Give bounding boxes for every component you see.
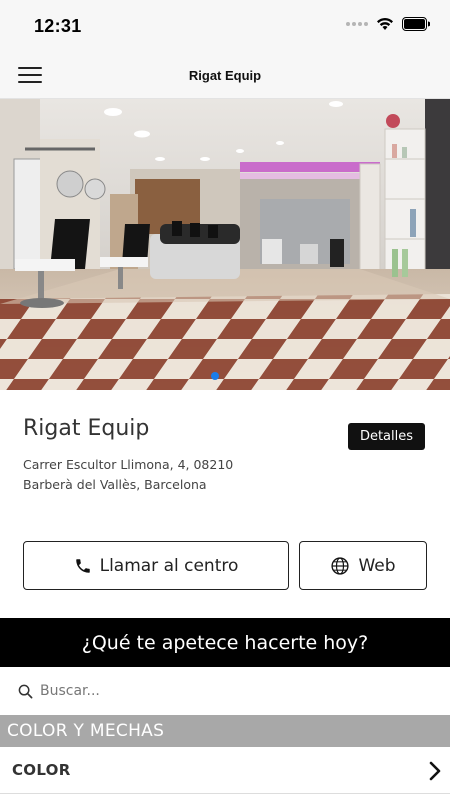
carousel-indicator-dot[interactable] xyxy=(211,372,219,380)
salon-address: Carrer Escultor Llimona, 4, 08210 Barber… xyxy=(23,455,233,495)
wifi-icon xyxy=(377,17,393,30)
search-bar xyxy=(0,667,450,715)
salon-name: Rigat Equip xyxy=(23,416,150,441)
nav-bar: Rigat Equip xyxy=(0,52,450,99)
battery-icon xyxy=(402,17,430,31)
hero-carousel-image[interactable] xyxy=(0,99,450,390)
globe-icon xyxy=(331,556,350,575)
section-header: COLOR Y MECHAS xyxy=(0,715,450,747)
status-time: 12:31 xyxy=(34,16,82,36)
search-icon xyxy=(18,684,33,699)
category-label: COLOR xyxy=(12,761,71,779)
call-center-button[interactable]: Llamar al centro xyxy=(23,541,289,590)
nav-title: Rigat Equip xyxy=(188,68,262,83)
chevron-right-icon xyxy=(429,761,441,781)
services-prompt-banner: ¿Qué te apetece hacerte hoy? xyxy=(0,618,450,667)
signal-icon xyxy=(346,22,368,26)
address-line-1: Carrer Escultor Llimona, 4, 08210 xyxy=(23,457,234,472)
status-icons xyxy=(346,17,430,31)
category-item-color[interactable]: COLOR xyxy=(0,747,450,794)
address-line-2: Barberà del Vallès, Barcelona xyxy=(23,477,207,492)
details-button[interactable]: Detalles xyxy=(348,423,425,450)
status-bar: 12:31 xyxy=(0,0,450,52)
web-button-label: Web xyxy=(358,555,396,576)
phone-icon xyxy=(75,558,90,573)
call-button-label: Llamar al centro xyxy=(99,555,239,576)
search-input[interactable] xyxy=(40,679,430,703)
web-button[interactable]: Web xyxy=(299,541,427,590)
